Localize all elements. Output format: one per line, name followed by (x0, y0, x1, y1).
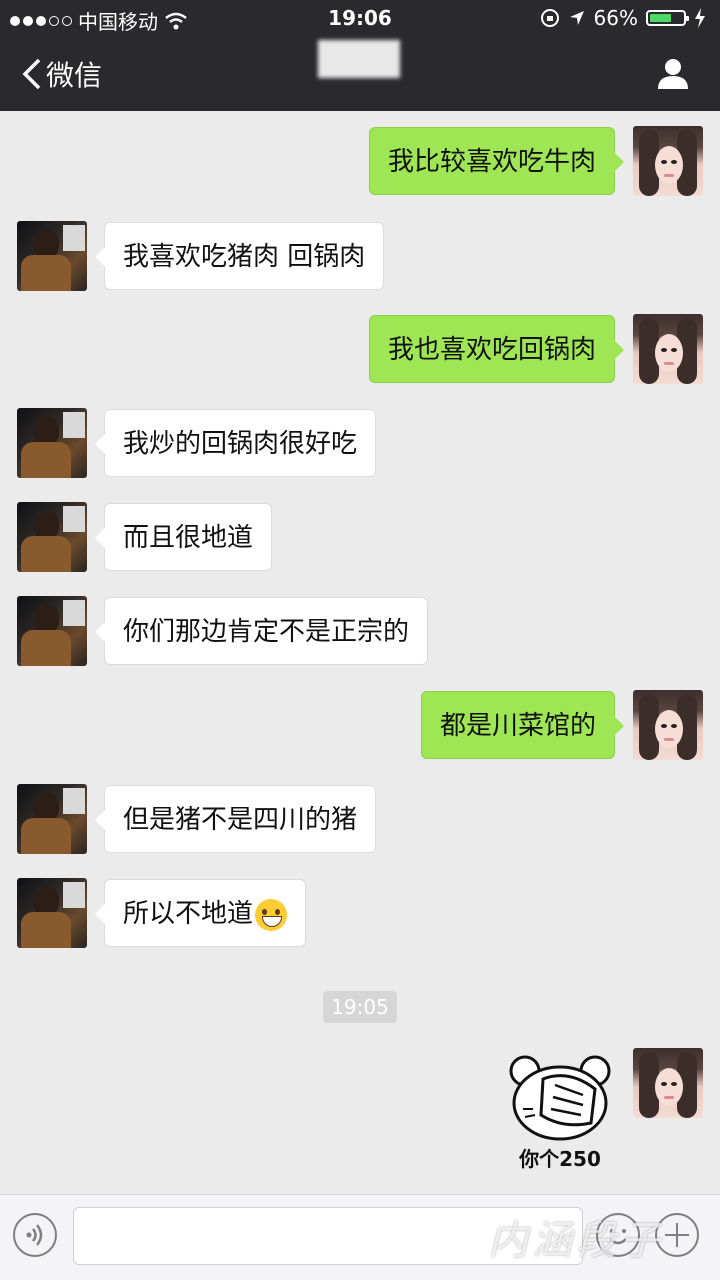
my-avatar[interactable] (633, 314, 703, 384)
message-bubble-incoming[interactable]: 而且很地道 (94, 503, 273, 571)
back-button[interactable]: 微信 (22, 54, 102, 94)
battery-level (650, 14, 671, 22)
chat-area[interactable]: 我比较喜欢吃牛肉 我喜欢吃猪肉 回锅肉 我也喜欢吃回锅肉 我炒的回锅肉很好吃 而… (0, 111, 720, 1194)
grinning-face-icon (255, 898, 288, 931)
my-avatar[interactable] (633, 690, 703, 760)
facepalm-bear-icon (509, 1055, 611, 1141)
timestamp-divider: 19:05 (323, 991, 397, 1023)
status-right: 66% (540, 6, 706, 30)
message-bubble-incoming[interactable]: 但是猪不是四川的猪 (94, 785, 377, 853)
profile-button[interactable] (656, 56, 690, 94)
title-redaction (318, 40, 400, 78)
my-avatar[interactable] (633, 126, 703, 196)
battery-percent: 66% (593, 6, 638, 30)
my-avatar[interactable] (633, 1048, 703, 1118)
contact-avatar[interactable] (17, 596, 87, 666)
rotation-lock-icon (540, 9, 559, 27)
voice-button[interactable] (13, 1213, 57, 1257)
back-chevron-icon (22, 58, 41, 90)
message-bubble-incoming[interactable]: 我喜欢吃猪肉 回锅肉 (94, 222, 385, 290)
contact-avatar[interactable] (17, 408, 87, 478)
message-text: 所以不地道 (123, 899, 254, 929)
location-arrow-icon (569, 11, 584, 25)
message-bubble-incoming[interactable]: 我炒的回锅肉很好吃 (94, 409, 377, 477)
message-bubble-incoming[interactable]: 所以不地道 (94, 879, 307, 947)
charging-bolt-icon (695, 8, 705, 28)
contact-avatar[interactable] (17, 502, 87, 572)
message-bubble-incoming[interactable]: 你们那边肯定不是正宗的 (94, 597, 429, 665)
back-label: 微信 (46, 59, 103, 92)
nav-bar: 微信 (0, 36, 720, 111)
voice-icon (26, 1224, 43, 1246)
profile-icon (658, 59, 688, 89)
message-bubble-outgoing[interactable]: 我也喜欢吃回锅肉 (368, 315, 625, 383)
contact-avatar[interactable] (17, 221, 87, 291)
message-bubble-outgoing[interactable]: 都是川菜馆的 (420, 691, 625, 759)
facepalm-bear-sticker[interactable]: 你个250 (503, 1049, 617, 1175)
message-bubble-outgoing[interactable]: 我比较喜欢吃牛肉 (368, 127, 625, 195)
sticker-caption: 你个250 (519, 1147, 601, 1171)
status-bar: 中国移动 19:06 66% (0, 0, 720, 36)
battery-icon (646, 10, 689, 26)
contact-avatar[interactable] (17, 784, 87, 854)
contact-avatar[interactable] (17, 878, 87, 948)
watermark: 内涵段子 (488, 1218, 664, 1264)
